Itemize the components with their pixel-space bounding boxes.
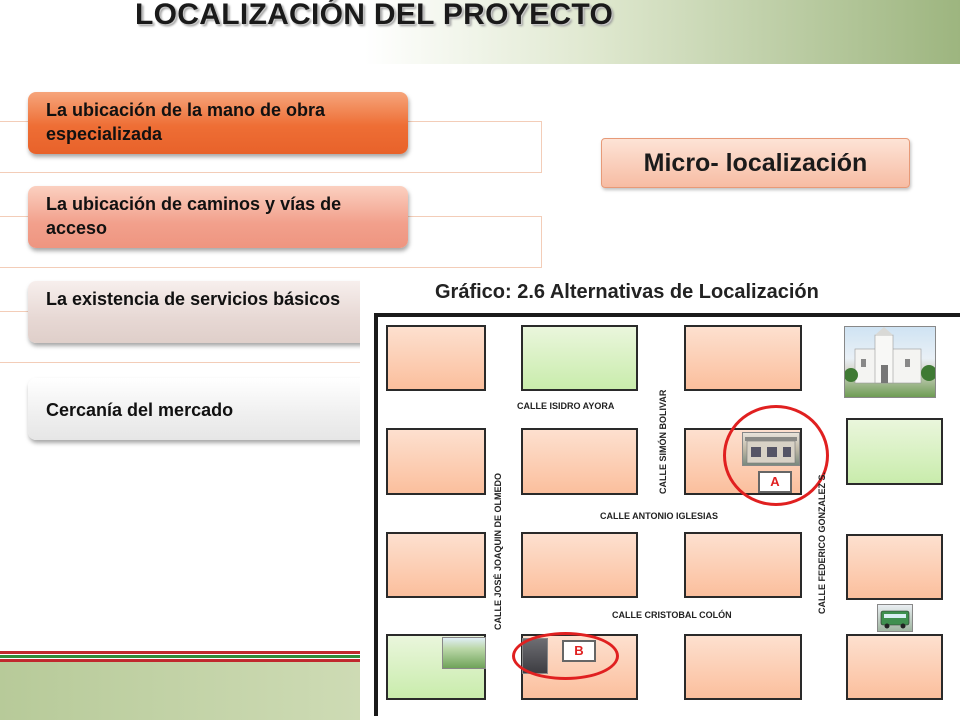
- marker-b-highlight-ring: [512, 632, 619, 680]
- factor-basic-services: La existencia de servicios básicos: [28, 281, 408, 343]
- street-label-antonio-iglesias: CALLE ANTONIO IGLESIAS: [600, 511, 719, 521]
- city-block: [386, 325, 486, 391]
- church-photo-icon: [844, 326, 937, 398]
- city-block: [386, 532, 486, 598]
- footer-stripe-red: [0, 651, 370, 654]
- city-block: [684, 325, 802, 391]
- street-label-cristobal-colon: CALLE CRISTOBAL COLÓN: [612, 610, 732, 620]
- street-label-isidro-ayora: CALLE ISIDRO AYORA: [517, 401, 615, 411]
- city-block: [846, 634, 943, 700]
- city-block: [386, 428, 486, 495]
- micro-localization-label: Micro- localización: [601, 138, 910, 188]
- footer-stripe-green: [0, 655, 370, 658]
- city-block: [521, 532, 638, 598]
- footer-stripe-red: [0, 659, 370, 662]
- city-block: [684, 634, 802, 700]
- street-label-simon-bolivar: CALLE SIMÓN BOLIVAR: [658, 389, 668, 494]
- city-block: [684, 532, 802, 598]
- city-block: [521, 428, 638, 495]
- street-label-olmedo: CALLE JOSÉ JOAQUIN DE OLMEDO: [493, 472, 503, 630]
- footer-band: [0, 660, 380, 720]
- field-photo-icon: [442, 637, 486, 669]
- street-label-federico-gonzalez: CALLE FEDERICO GONZALEZ S.: [817, 471, 827, 614]
- city-block-green: [521, 325, 638, 391]
- bus-photo-icon: [877, 604, 913, 632]
- city-block-green: [846, 418, 943, 485]
- marker-a-highlight-ring: [723, 405, 829, 506]
- factor-skilled-labor: La ubicación de la mano de obra especial…: [28, 92, 408, 154]
- page-title: LOCALIZACIÓN DEL PROYECTO: [135, 0, 614, 31]
- city-block: [846, 534, 943, 600]
- factor-market-proximity: Cercanía del mercado: [28, 378, 408, 440]
- map-title: Gráfico: 2.6 Alternativas de Localizació…: [435, 281, 819, 303]
- factor-access-roads: La ubicación de caminos y vías de acceso: [28, 186, 408, 248]
